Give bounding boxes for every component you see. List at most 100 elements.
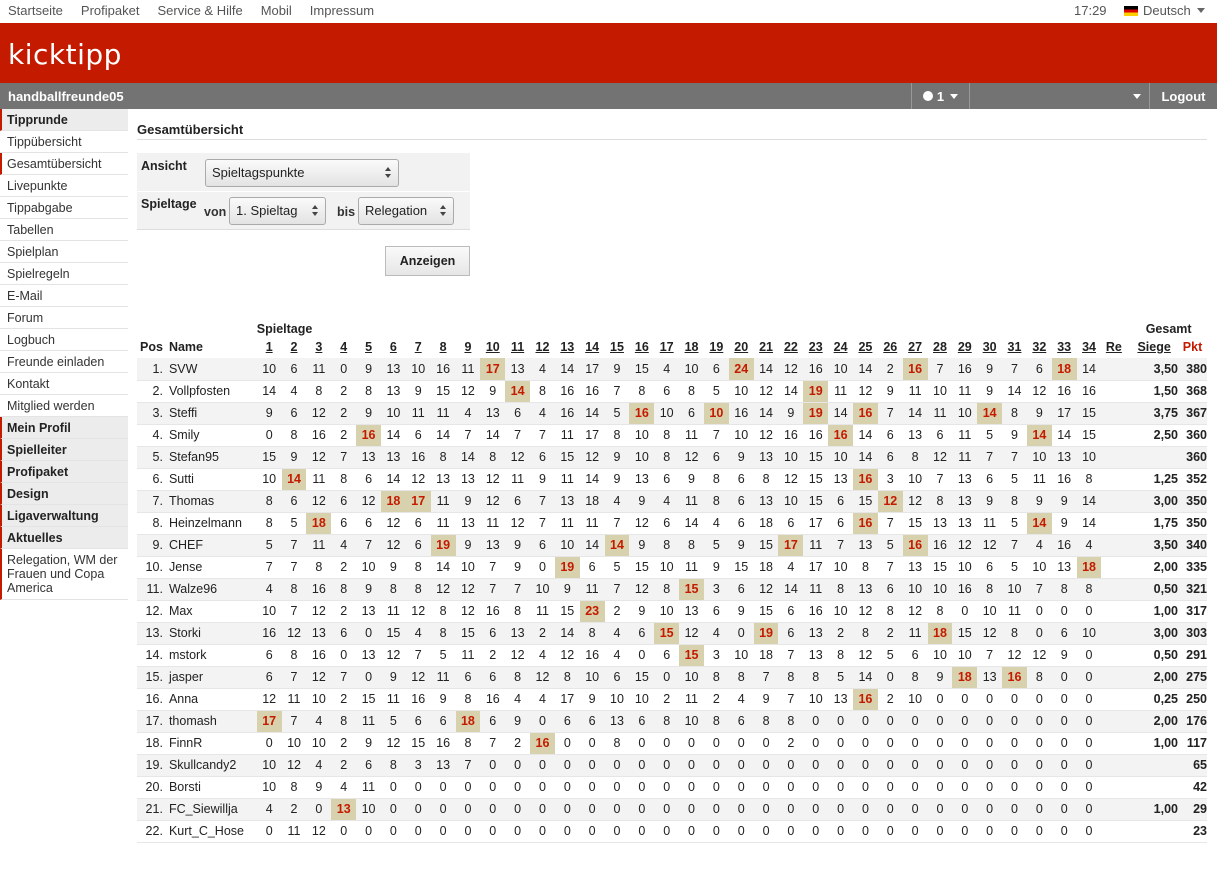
row-name[interactable]: Jense bbox=[168, 556, 257, 579]
row-name[interactable]: Skullcandy2 bbox=[168, 754, 257, 777]
sidebar-item-freunde-einladen[interactable]: Freunde einladen bbox=[0, 351, 128, 373]
col-matchday-12[interactable]: 12 bbox=[530, 336, 555, 358]
table-row[interactable]: 9. CHEF 5 7 11 4 7 12 6 19 9 13 9 6 10 14 14 9 8 8 5 9 15 17 11 7… bbox=[137, 534, 1207, 557]
col-matchday-10[interactable]: 10 bbox=[480, 336, 505, 358]
table-row[interactable]: 17. thomash 17 7 4 8 11 5 6 6 18 6 9 0 6 6 13 6 8 10 8 6 8 8 0 0 0… bbox=[137, 710, 1207, 733]
table-row[interactable]: 3. Steffi 9 6 12 2 9 10 11 11 4 13 6 4 16 14 5 16 10 6 10 16 1… bbox=[137, 402, 1207, 425]
table-row[interactable]: 14. mstork 6 8 16 0 13 12 7 5 11 2 12 4 12 16 4 0 6 15 3 10 18… bbox=[137, 644, 1207, 667]
col-matchday-18[interactable]: 18 bbox=[679, 336, 704, 358]
row-name[interactable]: FC_Siewillja bbox=[168, 798, 257, 821]
row-name[interactable]: jasper bbox=[168, 666, 257, 689]
sidebar-section-mein-profil[interactable]: Mein Profil bbox=[0, 417, 128, 439]
sidebar-item-tippübersicht[interactable]: Tippübersicht bbox=[0, 131, 128, 153]
sidebar-item-tabellen[interactable]: Tabellen bbox=[0, 219, 128, 241]
row-name[interactable]: Smily bbox=[168, 424, 257, 447]
sidebar-item-e-mail[interactable]: E-Mail bbox=[0, 285, 128, 307]
col-matchday-6[interactable]: 6 bbox=[381, 336, 406, 358]
table-row[interactable]: 4. Smily 0 8 16 2 16 14 6 14 7 14 7 7 11 17 8 10 8 11 7 10 12 1… bbox=[137, 424, 1207, 447]
table-row[interactable]: 12. Max 10 7 12 2 13 11 12 8 12 16 8 11 15 23 2 9 10 13 6 9 15… bbox=[137, 600, 1207, 623]
row-name[interactable]: Walze96 bbox=[168, 578, 257, 601]
col-matchday-11[interactable]: 11 bbox=[505, 336, 530, 358]
nav-link-profipaket[interactable]: Profipaket bbox=[81, 3, 140, 18]
col-matchday-28[interactable]: 28 bbox=[928, 336, 953, 358]
col-matchday-5[interactable]: 5 bbox=[356, 336, 381, 358]
ansicht-select[interactable]: Spieltagspunkte bbox=[205, 159, 399, 187]
row-name[interactable]: Heinzelmann bbox=[168, 512, 257, 535]
col-matchday-20[interactable]: 20 bbox=[729, 336, 754, 358]
col-matchday-22[interactable]: 22 bbox=[778, 336, 803, 358]
logout-button[interactable]: Logout bbox=[1149, 83, 1217, 109]
col-matchday-13[interactable]: 13 bbox=[555, 336, 580, 358]
row-name[interactable]: Kurt_C_Hose bbox=[168, 820, 257, 843]
col-matchday-1[interactable]: 1 bbox=[257, 336, 282, 358]
col-matchday-34[interactable]: 34 bbox=[1077, 336, 1102, 358]
kicktipp-logo[interactable]: kicktipp bbox=[8, 38, 122, 71]
col-matchday-31[interactable]: 31 bbox=[1002, 336, 1027, 358]
sidebar-item-spielplan[interactable]: Spielplan bbox=[0, 241, 128, 263]
table-row[interactable]: 13. Storki 16 12 13 6 0 15 4 8 15 6 13 2 14 8 4 6 15 12 4 0 19… bbox=[137, 622, 1207, 645]
table-row[interactable]: 20. Borsti 10 8 9 4 11 0 0 0 0 0 0 0 0 0 0 0 0 0 0 0 0 0 0 0 0 0 0 0 0… bbox=[137, 776, 1207, 799]
col-matchday-26[interactable]: 26 bbox=[878, 336, 903, 358]
col-matchday-15[interactable]: 15 bbox=[605, 336, 630, 358]
table-row[interactable]: 1. SVW 10 6 11 0 9 13 10 16 11 17 13 4 14 17 9 15 4 10 6 24 14… bbox=[137, 358, 1207, 381]
row-name[interactable]: mstork bbox=[168, 644, 257, 667]
sidebar-section-spielleiter[interactable]: Spielleiter bbox=[0, 439, 128, 461]
col-matchday-14[interactable]: 14 bbox=[580, 336, 605, 358]
table-row[interactable]: 5. Stefan95 15 9 12 7 13 13 16 8 14 8 12 6 15 12 9 10 8 12 6… bbox=[137, 446, 1207, 469]
table-row[interactable]: 21. FC_Siewillja 4 2 0 13 10 0 0 0 0 0 0 0 0 0 0 0 0 0 0 0 0 0 0… bbox=[137, 798, 1207, 821]
sidebar-item-kontakt[interactable]: Kontakt bbox=[0, 373, 128, 395]
col-matchday-16[interactable]: 16 bbox=[629, 336, 654, 358]
row-name[interactable]: Steffi bbox=[168, 402, 257, 425]
col-matchday-9[interactable]: 9 bbox=[456, 336, 481, 358]
row-name[interactable]: Max bbox=[168, 600, 257, 623]
sidebar-item-forum[interactable]: Forum bbox=[0, 307, 128, 329]
von-select[interactable]: 1. Spieltag bbox=[229, 197, 326, 225]
sidebar-item-tippabgabe[interactable]: Tippabgabe bbox=[0, 197, 128, 219]
col-matchday-23[interactable]: 23 bbox=[803, 336, 828, 358]
col-relegation[interactable]: Re bbox=[1101, 336, 1126, 358]
sidebar-item-spielregeln[interactable]: Spielregeln bbox=[0, 263, 128, 285]
messages-menu[interactable]: 1 bbox=[911, 83, 969, 109]
sidebar-section-ligaverwaltung[interactable]: Ligaverwaltung bbox=[0, 505, 128, 527]
language-selector[interactable]: Deutsch bbox=[1124, 3, 1205, 18]
sidebar-item-relegation-wm-der-frauen-und-copa-americ[interactable]: Relegation, WM der Frauen und Copa Ameri… bbox=[0, 549, 128, 600]
col-matchday-2[interactable]: 2 bbox=[282, 336, 307, 358]
col-matchday-27[interactable]: 27 bbox=[903, 336, 928, 358]
col-matchday-30[interactable]: 30 bbox=[977, 336, 1002, 358]
col-matchday-29[interactable]: 29 bbox=[952, 336, 977, 358]
row-name[interactable]: FinnR bbox=[168, 732, 257, 755]
col-matchday-4[interactable]: 4 bbox=[331, 336, 356, 358]
row-name[interactable]: Stefan95 bbox=[168, 446, 257, 469]
sidebar-section-tipprunde[interactable]: Tipprunde bbox=[0, 109, 128, 131]
col-matchday-25[interactable]: 25 bbox=[853, 336, 878, 358]
nav-link-impressum[interactable]: Impressum bbox=[310, 3, 374, 18]
col-matchday-32[interactable]: 32 bbox=[1027, 336, 1052, 358]
row-name[interactable]: Vollpfosten bbox=[168, 380, 257, 403]
group-name[interactable]: handballfreunde05 bbox=[8, 89, 124, 104]
col-matchday-7[interactable]: 7 bbox=[406, 336, 431, 358]
row-name[interactable]: Sutti bbox=[168, 468, 257, 491]
table-row[interactable]: 11. Walze96 4 8 16 8 9 8 8 12 12 7 7 10 9 11 7 12 8 15 3 6 12 1… bbox=[137, 578, 1207, 601]
table-row[interactable]: 18. FinnR 0 10 10 2 9 12 15 16 8 7 2 16 0 0 8 0 0 0 0 0 0 2 0 0 0 0… bbox=[137, 732, 1207, 755]
row-name[interactable]: Storki bbox=[168, 622, 257, 645]
table-row[interactable]: 22. Kurt_C_Hose 0 11 12 0 0 0 0 0 0 0 0 0 0 0 0 0 0 0 0 0 0 0 0 0… bbox=[137, 820, 1207, 843]
nav-link-startseite[interactable]: Startseite bbox=[8, 3, 63, 18]
row-name[interactable]: Borsti bbox=[168, 776, 257, 799]
table-row[interactable]: 2. Vollpfosten 14 4 8 2 8 13 9 15 12 9 14 8 16 16 7 8 6 8 5 1… bbox=[137, 380, 1207, 403]
row-name[interactable]: CHEF bbox=[168, 534, 257, 557]
col-matchday-19[interactable]: 19 bbox=[704, 336, 729, 358]
row-name[interactable]: Anna bbox=[168, 688, 257, 711]
round-selector[interactable] bbox=[969, 83, 1149, 109]
table-row[interactable]: 15. jasper 6 7 12 7 0 9 12 11 6 6 8 12 8 10 6 15 0 10 8 8 7 8 8 5… bbox=[137, 666, 1207, 689]
col-matchday-21[interactable]: 21 bbox=[754, 336, 779, 358]
col-siege[interactable]: Siege bbox=[1130, 336, 1178, 358]
row-name[interactable]: SVW bbox=[168, 358, 257, 381]
col-matchday-3[interactable]: 3 bbox=[306, 336, 331, 358]
row-name[interactable]: thomash bbox=[168, 710, 257, 733]
table-row[interactable]: 7. Thomas 8 6 12 6 12 18 17 11 9 12 6 7 13 18 4 9 4 11 8 6 13 1… bbox=[137, 490, 1207, 513]
col-matchday-17[interactable]: 17 bbox=[654, 336, 679, 358]
sidebar-section-profipaket[interactable]: Profipaket bbox=[0, 461, 128, 483]
row-name[interactable]: Thomas bbox=[168, 490, 257, 513]
table-row[interactable]: 8. Heinzelmann 8 5 18 6 6 12 6 11 13 11 12 7 11 11 7 12 6 1… bbox=[137, 512, 1207, 535]
table-row[interactable]: 6. Sutti 10 14 11 8 6 14 12 13 13 12 11 9 11 14 9 13 6 9 8 6 8… bbox=[137, 468, 1207, 491]
